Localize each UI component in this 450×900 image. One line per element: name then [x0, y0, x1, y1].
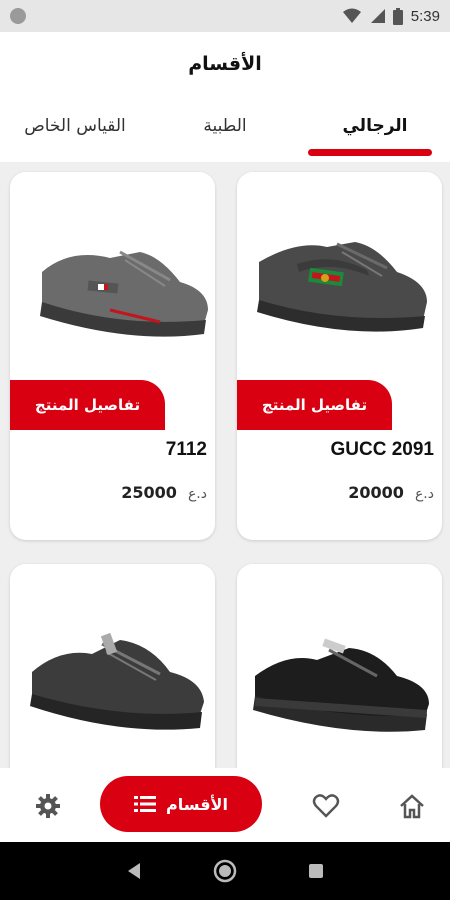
system-navigation-bar: [0, 842, 450, 900]
status-bar: 5:39: [0, 0, 450, 32]
product-name: 7112: [165, 439, 207, 460]
price-currency: د.ع: [414, 486, 434, 502]
categories-nav-label: الأقسام: [166, 794, 228, 814]
sneaker-image: [30, 632, 204, 730]
categories-nav-button[interactable]: الأقسام: [100, 776, 262, 832]
status-time: 5:39: [410, 7, 440, 25]
bottom-navigation: الأقسام: [0, 768, 450, 842]
product-grid: تفاصيل المنتج GUCC 2091 د.ع 20000 تفاصيل…: [0, 162, 450, 768]
price-currency: د.ع: [187, 486, 207, 502]
sneaker-image: [253, 638, 429, 732]
product-card[interactable]: تفاصيل المنتج 7112 د.ع 25000: [10, 172, 215, 540]
tab-custom-size[interactable]: القياس الخاص: [0, 96, 150, 162]
home-button[interactable]: [392, 786, 432, 826]
product-name: GUCC 2091: [330, 439, 435, 460]
heart-icon: [312, 794, 340, 818]
product-image: [237, 564, 442, 768]
back-icon[interactable]: [126, 862, 142, 880]
price-amount: 20000: [348, 483, 404, 502]
product-card[interactable]: تفاصيل المنتج GUCC 2091 د.ع 20000: [237, 172, 442, 540]
page-title: الأقسام: [188, 53, 262, 75]
tab-men[interactable]: الرجالي: [300, 96, 450, 162]
product-image: [10, 564, 215, 768]
settings-button[interactable]: [28, 786, 68, 826]
notification-dot-icon: [10, 8, 26, 24]
wifi-icon: [342, 8, 361, 23]
app-bar: الأقسام: [0, 32, 450, 96]
tab-indicator: [308, 149, 432, 156]
battery-icon: [392, 7, 403, 25]
tab-label: القياس الخاص: [24, 116, 126, 136]
list-icon: [134, 796, 157, 812]
tab-label: الطبية: [203, 116, 247, 136]
favorites-button[interactable]: [306, 786, 346, 826]
product-card[interactable]: [10, 564, 215, 768]
status-icons: 5:39: [342, 7, 440, 25]
tab-label: الرجالي: [342, 116, 408, 136]
tab-medical[interactable]: الطبية: [150, 96, 300, 162]
recents-icon[interactable]: [308, 863, 324, 879]
product-details-button[interactable]: تفاصيل المنتج: [10, 380, 165, 430]
signal-icon: [370, 9, 385, 23]
product-price: د.ع 25000: [121, 483, 207, 502]
home-icon: [400, 794, 424, 819]
home-circle-icon[interactable]: [213, 859, 237, 883]
product-details-button[interactable]: تفاصيل المنتج: [237, 380, 392, 430]
price-amount: 25000: [121, 483, 177, 502]
product-price: د.ع 20000: [348, 483, 434, 502]
category-tabs: الرجالي الطبية القياس الخاص: [0, 96, 450, 162]
product-card[interactable]: [237, 564, 442, 768]
gear-icon: [36, 794, 60, 818]
